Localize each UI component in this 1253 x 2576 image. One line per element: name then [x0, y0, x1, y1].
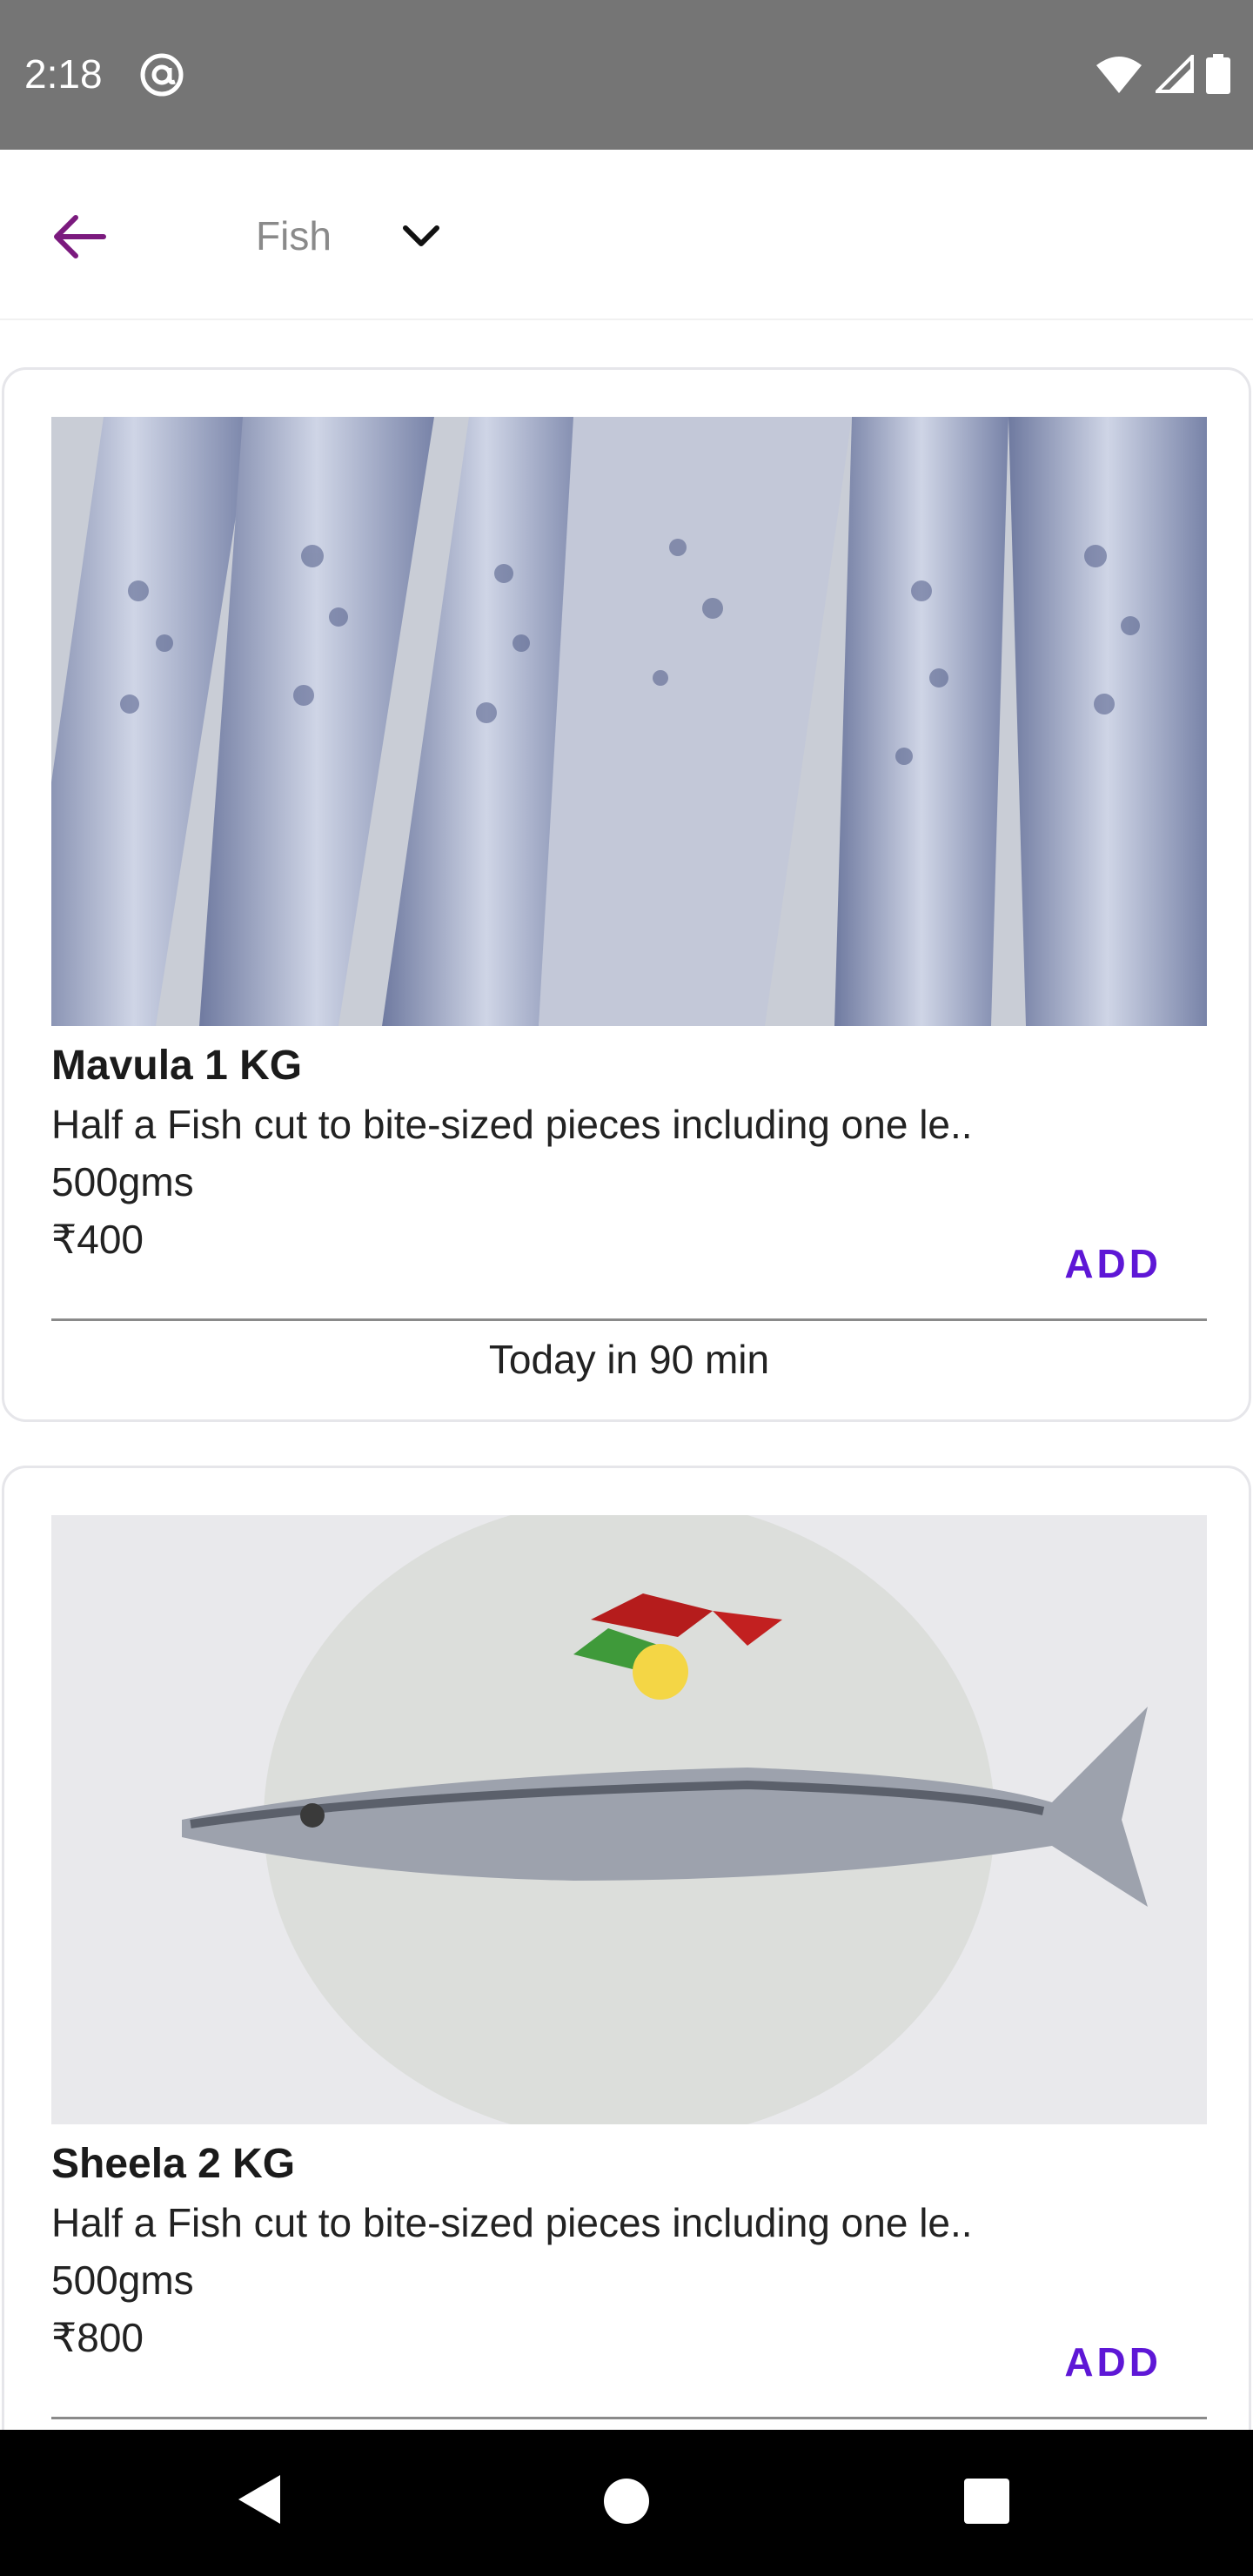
category-dropdown[interactable]: Fish: [237, 188, 463, 284]
product-image: [51, 1515, 1207, 2124]
chevron-down-icon: [403, 225, 439, 246]
product-weight: 500gms: [51, 2257, 194, 2303]
category-label: Fish: [256, 213, 332, 258]
product-name: Mavula 1 KG: [51, 1043, 303, 1089]
back-button[interactable]: [40, 197, 120, 277]
product-weight: 500gms: [51, 1159, 194, 1204]
product-card[interactable]: Sheela 2 KG Half a Fish cut to bite-size…: [2, 1466, 1251, 2430]
status-time: 2:18: [24, 51, 103, 97]
arrow-left-icon: [54, 215, 106, 258]
nav-back-icon[interactable]: [235, 2472, 284, 2527]
status-bar: 2:18: [0, 0, 1253, 150]
delivery-time: Today in 90 min: [488, 1337, 770, 1382]
add-button[interactable]: ADD: [1064, 1240, 1162, 1287]
card-divider: [51, 2417, 1207, 2419]
nav-home-icon[interactable]: [604, 2479, 649, 2524]
product-list[interactable]: Mavula 1 KG Half a Fish cut to bite-size…: [0, 320, 1253, 2430]
battery-icon: [1206, 54, 1230, 94]
product-card[interactable]: Mavula 1 KG Half a Fish cut to bite-size…: [2, 367, 1251, 1422]
product-price: ₹400: [51, 1217, 144, 1262]
product-description: Half a Fish cut to bite-sized pieces inc…: [51, 2200, 973, 2245]
card-divider: [51, 1318, 1207, 1321]
wifi-icon: [1096, 57, 1142, 93]
product-name: Sheela 2 KG: [51, 2141, 296, 2187]
nav-recents-icon[interactable]: [964, 2479, 1009, 2524]
add-button[interactable]: ADD: [1064, 2338, 1162, 2385]
app-bar: Fish: [0, 150, 1253, 320]
system-nav-bar: [0, 2430, 1253, 2576]
signal-icon: [1156, 55, 1194, 93]
product-price: ₹800: [51, 2315, 144, 2360]
product-description: Half a Fish cut to bite-sized pieces inc…: [51, 1102, 973, 1147]
at-sign-icon: [140, 53, 184, 97]
product-image: [51, 417, 1207, 1026]
